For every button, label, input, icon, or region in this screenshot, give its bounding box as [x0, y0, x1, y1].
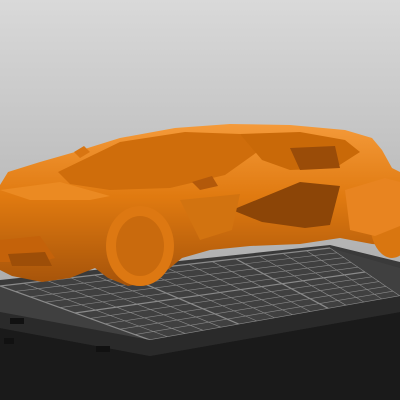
slicer-3d-viewport[interactable]: [0, 0, 400, 400]
scene-canvas[interactable]: [0, 0, 400, 400]
plate-clip-corner: [4, 338, 14, 344]
front-wheel-rim: [116, 216, 164, 276]
plate-clip-left: [10, 318, 24, 324]
car-front-splitter: [8, 252, 52, 266]
plate-clip-front: [96, 346, 110, 352]
